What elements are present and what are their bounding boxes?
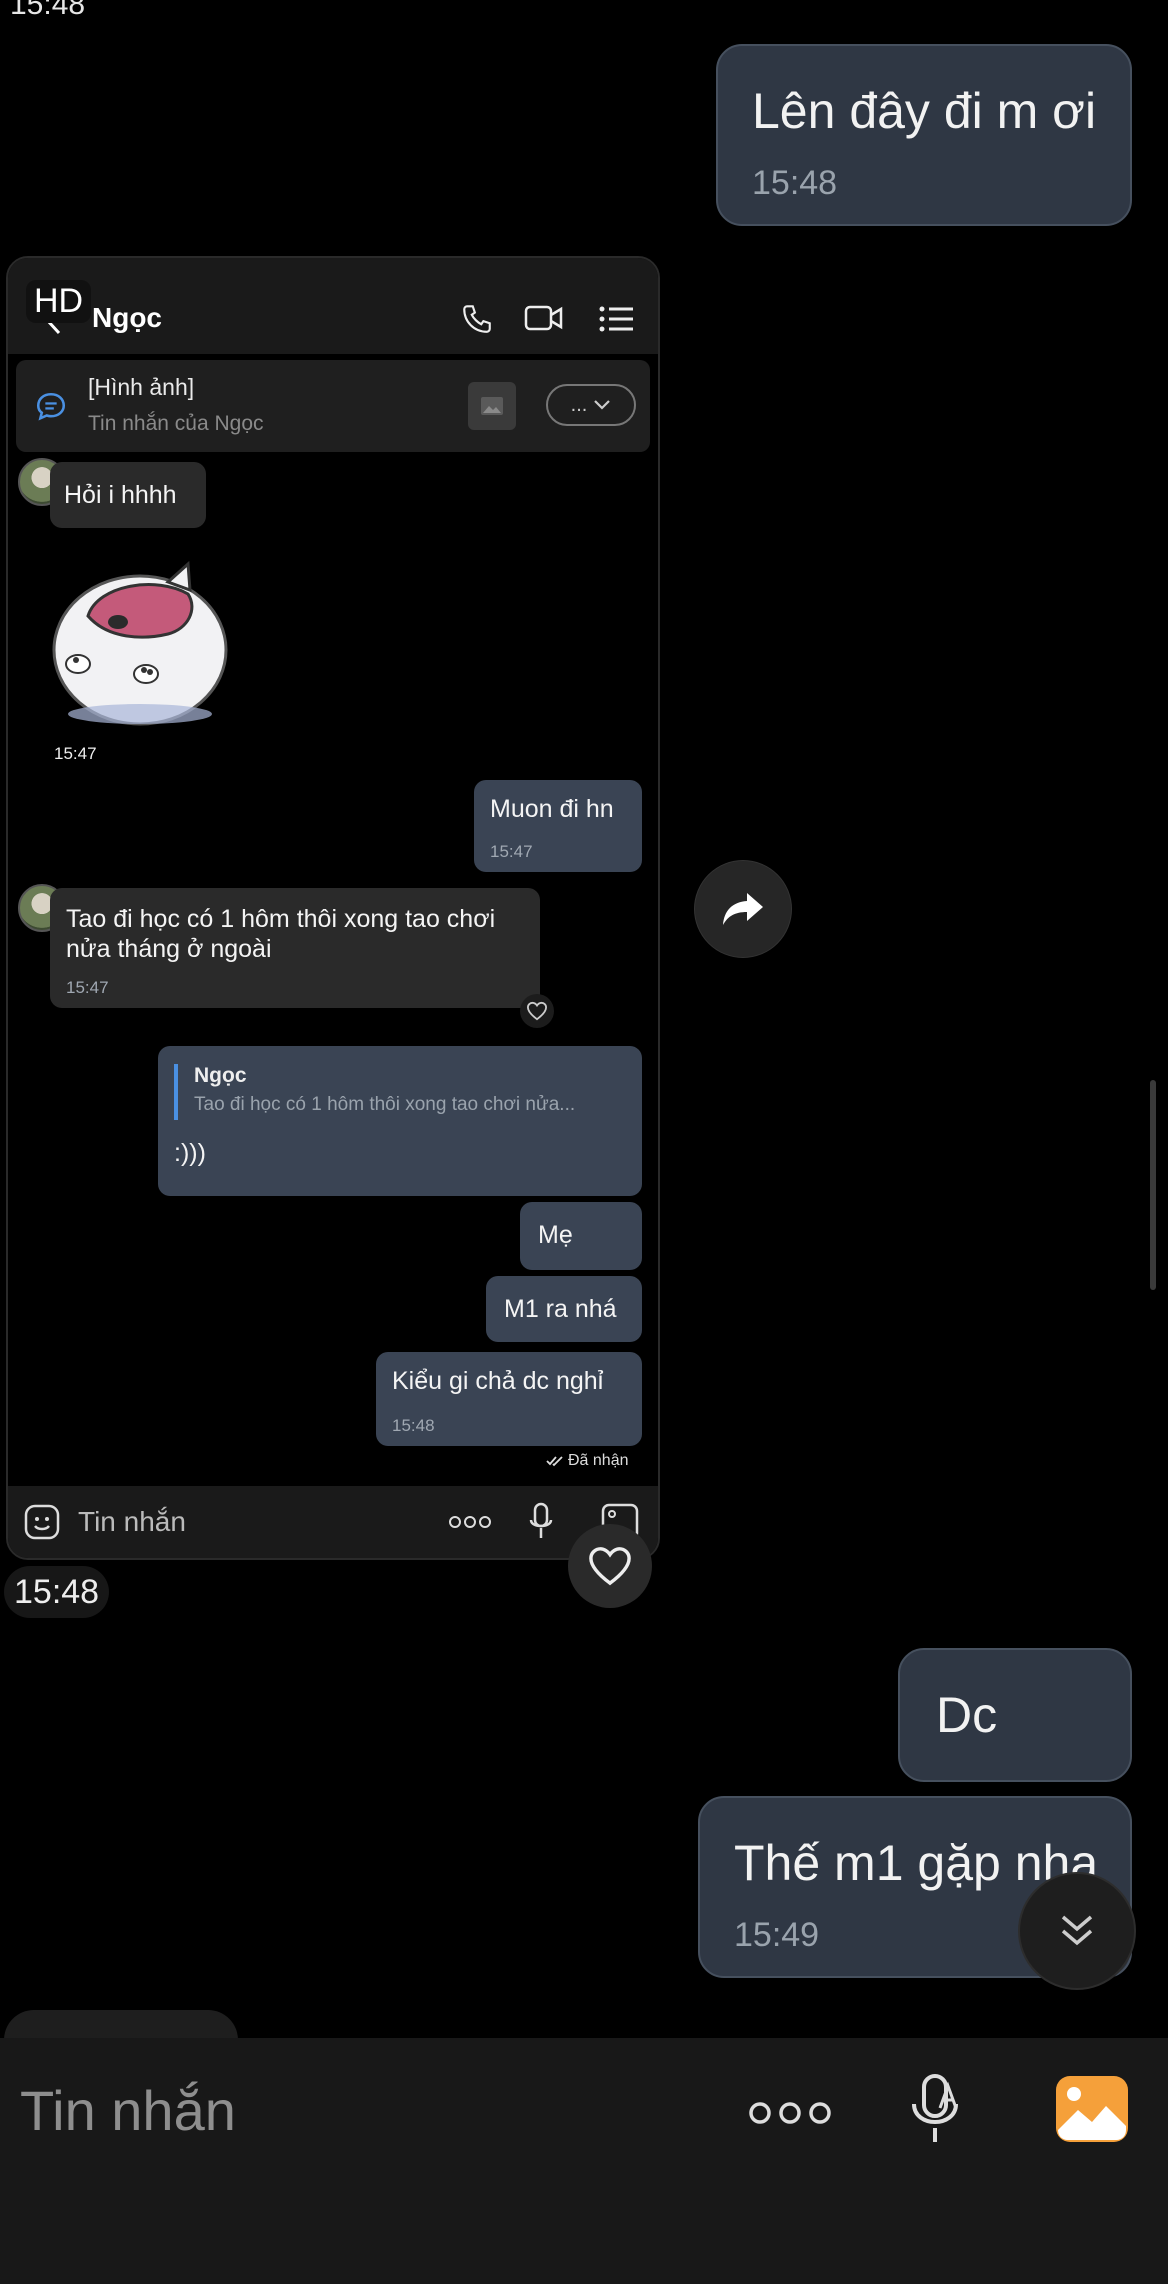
message-text: Mẹ <box>538 1221 573 1249</box>
react-heart-button[interactable] <box>568 1524 652 1608</box>
forward-button[interactable] <box>694 860 792 958</box>
message-time: 15:47 <box>490 842 533 861</box>
reply-bubble-outgoing[interactable]: Ngọc Tao đi học có 1 hôm thôi xong tao c… <box>158 1046 642 1196</box>
heart-icon <box>589 1547 631 1586</box>
video-call-icon[interactable] <box>524 302 564 334</box>
pinned-more-label: ... <box>570 393 588 416</box>
message-bubble-outgoing[interactable]: Kiểu gi chả dc nghỉ 15:48 <box>376 1352 642 1446</box>
message-text: Kiểu gi chả dc nghỉ <box>392 1367 604 1395</box>
message-text: Dc <box>936 1687 998 1743</box>
message-text: Hỏi i hhhh <box>64 481 177 509</box>
delivery-status: Đã nhận <box>546 1452 629 1470</box>
voice-to-text-icon[interactable] <box>908 2072 964 2146</box>
message-time: 15:47 <box>66 978 109 997</box>
gallery-icon[interactable] <box>1054 2074 1130 2144</box>
message-input-bar: Tin nhắn <box>0 2038 1168 2284</box>
inner-input-placeholder: Tin nhắn <box>78 1506 186 1537</box>
message-bubble-outgoing[interactable]: Dc <box>898 1648 1132 1782</box>
message-input[interactable]: Tin nhắn <box>20 2078 236 2143</box>
message-time: 15:49 <box>734 1916 820 1954</box>
pinned-more-button[interactable]: ... <box>546 384 636 426</box>
more-dots-icon[interactable] <box>448 1514 492 1530</box>
top-timestamp: 15:48 <box>10 0 86 21</box>
double-check-icon <box>546 1456 563 1467</box>
delivery-status-text: Đã nhận <box>568 1452 629 1469</box>
inner-chat-header: HD Ngọc <box>8 258 658 354</box>
scrollbar[interactable] <box>1150 1080 1156 1290</box>
pinned-message-banner[interactable]: [Hình ảnh] Tin nhắn của Ngọc ... <box>16 360 650 452</box>
message-bubble-incoming[interactable]: Tao đi học có 1 hôm thôi xong tao chơi n… <box>50 888 540 1008</box>
message-bubble-incoming[interactable]: Hỏi i hhhh <box>50 462 206 528</box>
image-thumbnail-icon <box>468 382 516 430</box>
heart-icon <box>526 1001 548 1021</box>
inner-input-bar: Tin nhắn <box>8 1486 658 1558</box>
chat-bubble-icon <box>36 392 66 421</box>
message-bubble-outgoing[interactable]: Muon đi hn 15:47 <box>474 780 642 872</box>
message-time: 15:48 <box>752 164 838 202</box>
inner-contact-name: Ngọc <box>92 302 162 333</box>
double-chevron-down-icon <box>1061 1915 1093 1946</box>
message-text: M1 ra nhá <box>504 1295 617 1323</box>
emoji-icon[interactable] <box>24 1504 60 1540</box>
quote-bar <box>174 1064 178 1120</box>
message-bubble-outgoing[interactable]: M1 ra nhá <box>486 1276 642 1342</box>
forward-arrow-icon <box>723 893 763 925</box>
image-timestamp: 15:48 <box>4 1566 110 1618</box>
pinned-title: [Hình ảnh] <box>88 374 195 400</box>
more-options-icon[interactable] <box>748 2098 832 2128</box>
sticker-time: 15:47 <box>54 744 97 763</box>
message-bubble-outgoing[interactable]: Mẹ <box>520 1202 642 1270</box>
message-text: Muon đi hn <box>490 795 614 823</box>
shared-screenshot-image[interactable]: HD Ngọc [Hình ảnh] Tin nhắn của Ngọc ... <box>6 256 660 1560</box>
pinned-subtitle: Tin nhắn của Ngọc <box>88 412 264 435</box>
message-text: :))) <box>174 1139 206 1167</box>
hd-badge: HD <box>26 280 92 323</box>
microphone-icon[interactable] <box>528 1502 554 1542</box>
chevron-down-icon <box>594 400 611 410</box>
scroll-to-bottom-button[interactable] <box>1018 1872 1136 1990</box>
message-text: Tao đi học có 1 hôm thôi xong tao chơi n… <box>66 905 496 963</box>
cat-sticker[interactable] <box>48 554 238 734</box>
message-bubble-outgoing[interactable]: Lên đây đi m ơi 15:48 <box>716 44 1132 226</box>
message-text: Lên đây đi m ơi <box>752 83 1097 139</box>
quote-text: Tao đi học có 1 hôm thôi xong tao chơi n… <box>194 1094 576 1115</box>
list-menu-icon[interactable] <box>598 304 634 334</box>
message-time: 15:48 <box>392 1416 435 1435</box>
quote-author: Ngọc <box>194 1064 247 1087</box>
react-heart-button[interactable] <box>520 994 554 1028</box>
phone-icon[interactable] <box>460 302 494 336</box>
